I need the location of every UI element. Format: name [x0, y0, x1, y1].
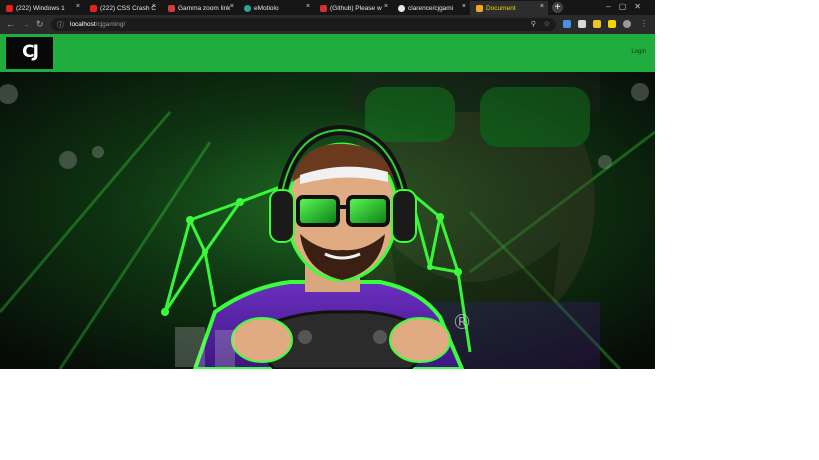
- window-controls[interactable]: –▢✕: [606, 2, 649, 11]
- tab-label: eMotiolo: [254, 4, 279, 12]
- close-icon[interactable]: ×: [230, 3, 234, 10]
- url-text: localhost/cjgaming/: [70, 21, 126, 28]
- tab-1[interactable]: (222) CSS Crash C ×: [84, 1, 160, 15]
- tab-label: Document: [486, 4, 516, 12]
- close-icon[interactable]: ×: [540, 3, 544, 10]
- gmail-icon: [320, 4, 327, 12]
- logo-text: CJ: [22, 42, 39, 62]
- site-navbar: CJ Login: [0, 34, 655, 72]
- menu-icon[interactable]: ⋮: [640, 19, 648, 28]
- extension-icon[interactable]: [608, 20, 616, 28]
- star-icon[interactable]: ☆: [544, 20, 550, 28]
- hero-banner: ®: [0, 72, 655, 369]
- profile-avatar[interactable]: [623, 20, 631, 28]
- login-link[interactable]: Login: [631, 49, 646, 55]
- tab-strip: (222) Windows 1 × (222) CSS Crash C × Ga…: [0, 0, 655, 15]
- reload-icon[interactable]: ↻: [36, 19, 44, 30]
- registered-mark: ®: [452, 310, 472, 334]
- new-tab-button[interactable]: +: [552, 2, 563, 13]
- gamer-mascot-illustration: ®: [0, 72, 655, 369]
- info-icon[interactable]: ⓘ: [57, 20, 64, 30]
- tab-3[interactable]: eMotiolo ×: [238, 1, 314, 15]
- search-icon[interactable]: ⚲: [531, 20, 536, 28]
- forward-icon[interactable]: →: [21, 19, 30, 29]
- tab-2[interactable]: Gamma zoom link ×: [162, 1, 238, 15]
- site-icon: [244, 4, 251, 12]
- tab-6[interactable]: Document ×: [470, 1, 548, 15]
- site-logo[interactable]: CJ: [6, 37, 53, 69]
- tab-4[interactable]: (Github) Please w ×: [314, 1, 392, 15]
- youtube-icon: [90, 4, 97, 12]
- tab-label: (Github) Please w: [330, 4, 382, 12]
- extension-icon[interactable]: [593, 20, 601, 28]
- address-bar[interactable]: ⓘ localhost/cjgaming/ ⚲ ☆: [51, 18, 556, 31]
- youtube-icon: [6, 4, 13, 12]
- tab-0[interactable]: (222) Windows 1 ×: [0, 1, 84, 15]
- close-icon[interactable]: ×: [384, 3, 388, 10]
- close-icon[interactable]: ×: [76, 3, 80, 10]
- tab-label: (222) Windows 1: [16, 4, 65, 12]
- github-icon: [398, 4, 405, 12]
- extension-icon[interactable]: [578, 20, 586, 28]
- tab-5[interactable]: clarence/cjgami ×: [392, 1, 470, 15]
- close-icon[interactable]: ×: [152, 3, 156, 10]
- extension-icon[interactable]: [563, 20, 571, 28]
- gamma-icon: [168, 4, 175, 12]
- document-icon: [476, 4, 483, 12]
- browser-screenshot: (222) Windows 1 × (222) CSS Crash C × Ga…: [0, 0, 655, 369]
- close-icon[interactable]: ×: [306, 3, 310, 10]
- close-icon[interactable]: ×: [462, 3, 466, 10]
- tab-label: (222) CSS Crash C: [100, 4, 156, 12]
- browser-toolbar: ← → ↻ ⓘ localhost/cjgaming/ ⚲ ☆ ⋮: [0, 15, 655, 34]
- back-icon[interactable]: ←: [6, 19, 15, 29]
- tab-label: Gamma zoom link: [178, 4, 231, 12]
- tab-label: clarence/cjgami: [408, 4, 454, 12]
